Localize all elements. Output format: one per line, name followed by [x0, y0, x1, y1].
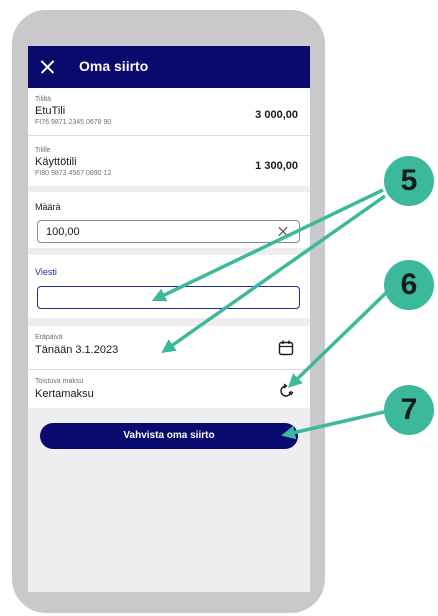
arrow-7 — [281, 410, 385, 440]
callout-arrows — [151, 188, 391, 440]
callout-badge-7: 7 — [384, 385, 434, 435]
callout-badge-5: 5 — [384, 156, 434, 206]
arrow-6 — [287, 288, 391, 388]
callout-badge-6: 6 — [384, 260, 434, 310]
arrow-5a — [151, 188, 384, 302]
